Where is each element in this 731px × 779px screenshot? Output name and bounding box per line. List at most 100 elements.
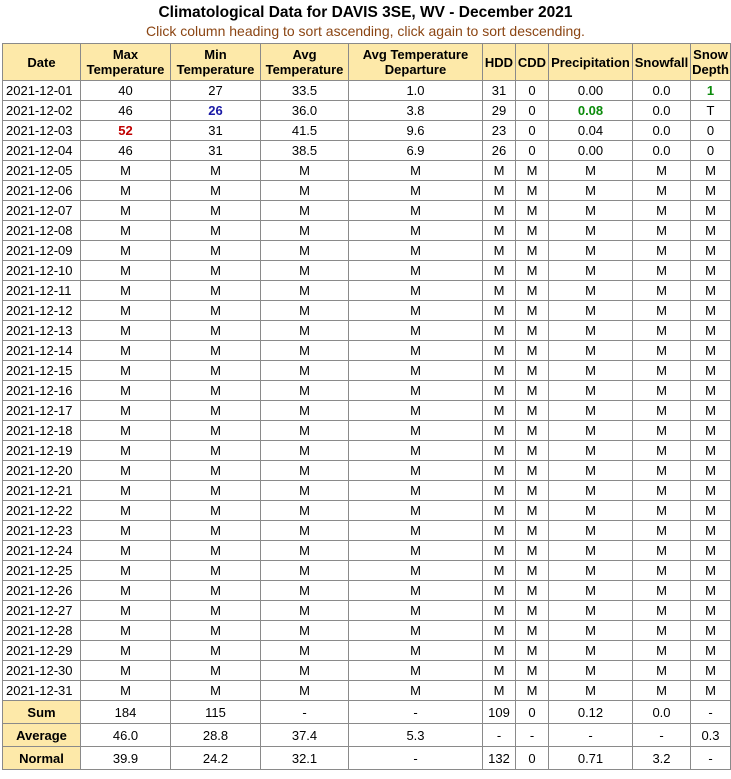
table-cell-cdd: M xyxy=(515,360,549,381)
column-header-date[interactable]: Date xyxy=(2,43,81,81)
table-cell-min-temperature: M xyxy=(170,440,261,461)
table-row: 2021-12-19 M M M M M M M M M xyxy=(2,440,731,461)
table-cell-date: 2021-12-25 xyxy=(2,560,81,581)
table-cell-snowfall: 0.0 xyxy=(632,80,691,101)
table-cell-avg-temperature-departure: M xyxy=(348,360,483,381)
table-cell-snowfall: 0.0 xyxy=(632,140,691,161)
table-cell-date: 2021-12-10 xyxy=(2,260,81,281)
table-cell-precipitation: M xyxy=(548,360,633,381)
table-cell-avg-temperature-departure: M xyxy=(348,180,483,201)
table-cell-snow-depth: M xyxy=(690,620,731,641)
table-cell-date: 2021-12-06 xyxy=(2,180,81,201)
sort-instructions: Click column heading to sort ascending, … xyxy=(146,23,585,39)
table-row: 2021-12-08 M M M M M M M M M xyxy=(2,220,731,241)
table-cell-precipitation: M xyxy=(548,260,633,281)
column-header-avg-temperature[interactable]: Avg Temperature xyxy=(260,43,349,81)
summary-cell-snowfall: - xyxy=(632,723,691,747)
table-cell-avg-temperature-departure: M xyxy=(348,540,483,561)
table-cell-snow-depth: M xyxy=(690,260,731,281)
table-cell-precipitation: M xyxy=(548,300,633,321)
table-cell-date: 2021-12-21 xyxy=(2,480,81,501)
table-cell-date: 2021-12-12 xyxy=(2,300,81,321)
table-cell-snowfall: M xyxy=(632,540,691,561)
table-cell-snow-depth: M xyxy=(690,560,731,581)
summary-cell-snow-depth: - xyxy=(690,746,731,770)
table-cell-min-temperature: M xyxy=(170,540,261,561)
column-header-hdd[interactable]: HDD xyxy=(482,43,516,81)
table-cell-hdd: 29 xyxy=(482,100,516,121)
table-cell-avg-temperature: M xyxy=(260,220,349,241)
table-cell-max-temperature: M xyxy=(80,580,171,601)
table-cell-date: 2021-12-14 xyxy=(2,340,81,361)
table-row: 2021-12-03 52 31 41.5 9.6 23 0 0.04 0.0 0 xyxy=(2,120,731,141)
table-cell-snow-depth: M xyxy=(690,180,731,201)
table-cell-max-temperature: M xyxy=(80,480,171,501)
page-title: Climatological Data for DAVIS 3SE, WV - … xyxy=(158,4,573,21)
summary-cell-hdd: 132 xyxy=(482,746,516,770)
column-header-snowfall[interactable]: Snowfall xyxy=(632,43,691,81)
table-cell-precipitation: M xyxy=(548,280,633,301)
table-cell-min-temperature: M xyxy=(170,320,261,341)
table-cell-cdd: M xyxy=(515,680,549,701)
column-header-avg-temperature-departure[interactable]: Avg Temperature Departure xyxy=(348,43,483,81)
table-cell-cdd: M xyxy=(515,260,549,281)
table-cell-snow-depth: M xyxy=(690,520,731,541)
table-cell-avg-temperature: M xyxy=(260,420,349,441)
summary-cell-hdd: - xyxy=(482,723,516,747)
column-header-min-temperature[interactable]: Min Temperature xyxy=(170,43,261,81)
table-cell-min-temperature: M xyxy=(170,400,261,421)
table-cell-cdd: M xyxy=(515,180,549,201)
table-cell-hdd: M xyxy=(482,420,516,441)
table-cell-date: 2021-12-07 xyxy=(2,200,81,221)
summary-row-sum: Sum 184 115- -109 0 0.12 0.0- xyxy=(2,700,731,724)
table-cell-snowfall: M xyxy=(632,180,691,201)
table-cell-min-temperature: M xyxy=(170,300,261,321)
table-cell-snow-depth: M xyxy=(690,660,731,681)
table-cell-avg-temperature-departure: M xyxy=(348,460,483,481)
table-cell-min-temperature: M xyxy=(170,360,261,381)
table-cell-snowfall: M xyxy=(632,220,691,241)
table-cell-avg-temperature: M xyxy=(260,200,349,221)
table-cell-hdd: M xyxy=(482,580,516,601)
table-cell-avg-temperature: M xyxy=(260,160,349,181)
table-cell-min-temperature: 31 xyxy=(170,120,261,141)
summary-cell-snow-depth: 0.3 xyxy=(690,723,731,747)
summary-cell-min-temperature: 115 xyxy=(170,700,261,724)
table-cell-hdd: M xyxy=(482,220,516,241)
table-cell-hdd: 31 xyxy=(482,80,516,101)
table-cell-avg-temperature: M xyxy=(260,520,349,541)
table-cell-date: 2021-12-17 xyxy=(2,400,81,421)
table-cell-max-temperature: M xyxy=(80,660,171,681)
column-header-precipitation[interactable]: Precipitation xyxy=(548,43,633,81)
table-cell-max-temperature: M xyxy=(80,680,171,701)
summary-cell-precipitation: 0.71 xyxy=(548,746,633,770)
table-row: 2021-12-06 M M M M M M M M M xyxy=(2,180,731,201)
table-cell-cdd: M xyxy=(515,520,549,541)
table-cell-snowfall: 0.0 xyxy=(632,100,691,121)
table-cell-snowfall: M xyxy=(632,640,691,661)
summary-cell-avg-temperature: 32.1 xyxy=(260,746,349,770)
table-cell-min-temperature: M xyxy=(170,580,261,601)
table-cell-min-temperature: M xyxy=(170,340,261,361)
table-row: 2021-12-26 M M M M M M M M M xyxy=(2,580,731,601)
column-header-max-temperature[interactable]: Max Temperature xyxy=(80,43,171,81)
table-cell-snowfall: M xyxy=(632,500,691,521)
table-cell-max-temperature: M xyxy=(80,240,171,261)
table-cell-avg-temperature-departure: M xyxy=(348,560,483,581)
table-cell-avg-temperature: M xyxy=(260,360,349,381)
column-header-label: Date xyxy=(27,54,56,70)
table-cell-snow-depth: M xyxy=(690,300,731,321)
column-header-cdd[interactable]: CDD xyxy=(515,43,549,81)
table-cell-max-temperature: M xyxy=(80,420,171,441)
table-cell-avg-temperature: M xyxy=(260,680,349,701)
table-cell-precipitation: M xyxy=(548,440,633,461)
column-header-snow-depth[interactable]: Snow Depth xyxy=(690,43,731,81)
table-cell-precipitation: 0.00 xyxy=(548,140,633,161)
table-row: 2021-12-18 M M M M M M M M M xyxy=(2,420,731,441)
table-cell-snow-depth: M xyxy=(690,580,731,601)
table-cell-hdd: M xyxy=(482,260,516,281)
table-cell-snow-depth: 1 xyxy=(690,80,731,101)
table-cell-snowfall: M xyxy=(632,280,691,301)
table-cell-max-temperature: M xyxy=(80,340,171,361)
table-cell-avg-temperature: M xyxy=(260,260,349,281)
